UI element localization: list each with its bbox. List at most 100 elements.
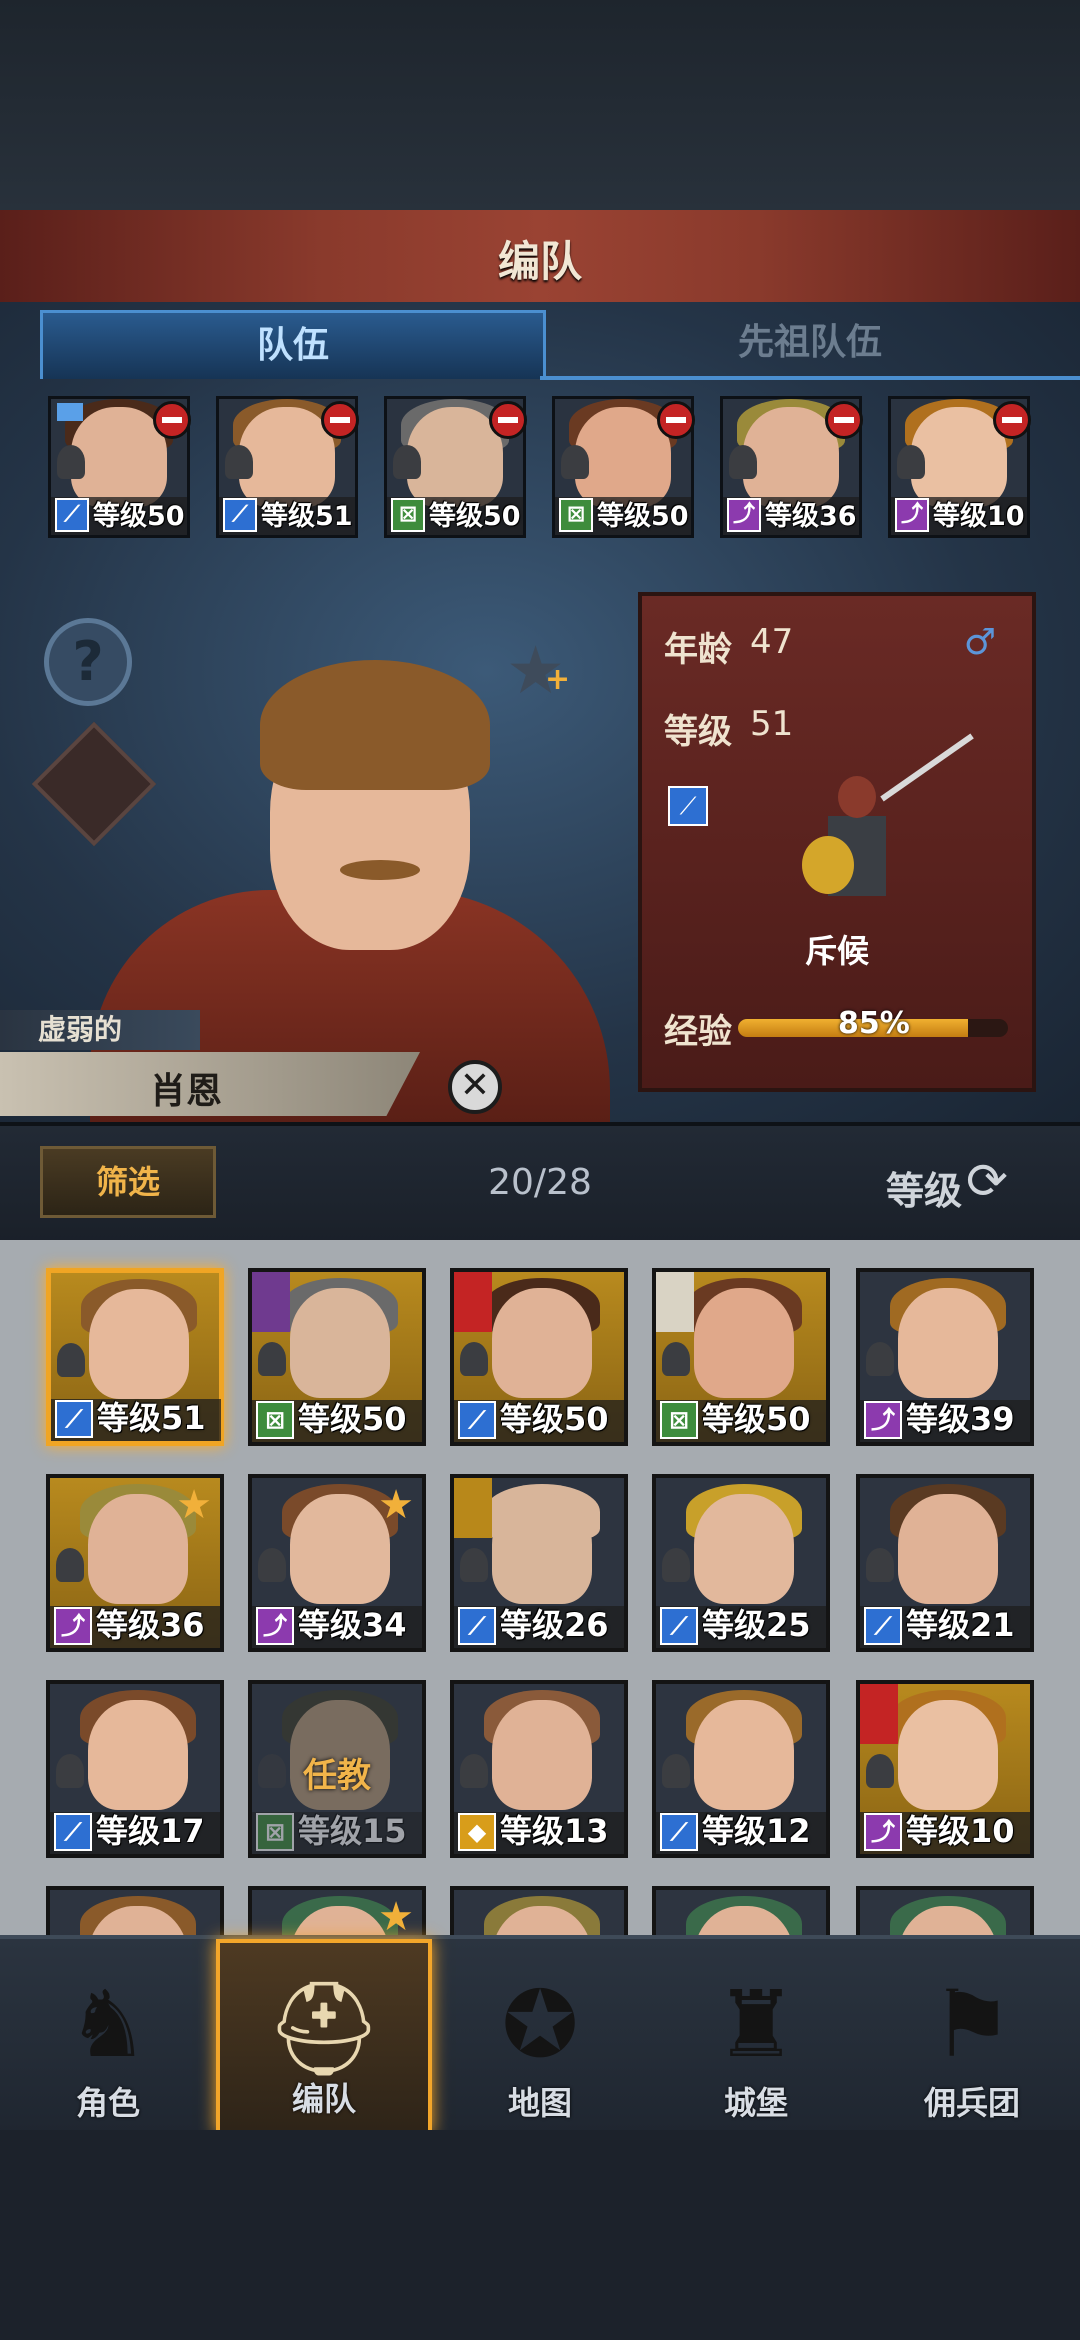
roster-card[interactable]: ⤴ 等级39	[856, 1268, 1034, 1446]
nav-knight[interactable]: ♞ 角色	[0, 1939, 216, 2134]
roster-portrait	[50, 1890, 220, 1940]
helmet-icon	[57, 445, 85, 479]
class-icon: ⊠	[256, 1401, 294, 1439]
class-icon: ⊠	[559, 498, 593, 532]
male-icon: ♂	[963, 622, 996, 663]
class-icon: ⟋	[458, 1607, 496, 1645]
level-value: 51	[750, 704, 794, 744]
roster-card[interactable]: ⊠ 等级15 任教	[248, 1680, 426, 1858]
roster-card[interactable]	[652, 1886, 830, 1940]
team-slot[interactable]: ⟋ 等级50	[48, 396, 191, 538]
portrait-face	[290, 1288, 390, 1398]
class-icon: ⟋	[55, 1400, 93, 1438]
remove-icon[interactable]	[489, 401, 527, 439]
guild-banner-icon	[656, 1272, 694, 1332]
tab-ancestor-team[interactable]: 先祖队伍	[540, 310, 1080, 380]
roster-card[interactable]: ⟋ 等级12	[652, 1680, 830, 1858]
class-icon: ⊠	[660, 1401, 698, 1439]
portrait-face	[898, 1288, 998, 1398]
nav-banner[interactable]: ⚑ 佣兵团	[864, 1939, 1080, 2134]
portrait-face	[88, 1494, 188, 1604]
member-level: 等级50	[93, 501, 185, 532]
roster-card[interactable]: ⤴ 等级36 ★	[46, 1474, 224, 1652]
roster-card[interactable]: ⟋ 等级50	[450, 1268, 628, 1446]
star-icon: ★	[378, 1894, 414, 1940]
class-icon: ⤴	[256, 1607, 294, 1645]
roster-card[interactable]: ⤴ 等级10	[856, 1680, 1034, 1858]
class-icon: ⤴	[727, 498, 761, 532]
roster-portrait: ⟋ 等级17	[50, 1684, 220, 1854]
team-slot[interactable]: ⟋ 等级51	[216, 396, 359, 538]
roster-card[interactable]: ⟋ 等级17	[46, 1680, 224, 1858]
hero-name-bar[interactable]: 肖恩	[0, 1052, 420, 1116]
portrait-face	[898, 1494, 998, 1604]
flag-icon	[57, 403, 83, 421]
portrait-face	[694, 1494, 794, 1604]
roster-card[interactable]: ⟋ 等级26	[450, 1474, 628, 1652]
roster-level: 等级25	[702, 1606, 811, 1644]
remove-icon[interactable]	[657, 401, 695, 439]
hero-stats-panel: 年龄 47 ♂ 等级 51 ⟋ 斥候 经验 85%	[638, 592, 1036, 1092]
team-slot[interactable]: ⊠ 等级50	[384, 396, 527, 538]
helmet-icon	[57, 1343, 85, 1377]
remove-icon[interactable]	[993, 401, 1031, 439]
member-level: 等级51	[261, 501, 353, 532]
portrait-face	[89, 1289, 189, 1399]
roster-card[interactable]: ⊠ 等级50	[248, 1268, 426, 1446]
hero-hair	[260, 660, 490, 790]
filter-bar: 筛选 20/28 等级 ⟳	[0, 1122, 1080, 1244]
castle-icon: ♜	[714, 1971, 798, 2078]
nav-castle[interactable]: ♜ 城堡	[648, 1939, 864, 2134]
refresh-sort-icon[interactable]: ⟳	[966, 1156, 1008, 1206]
remove-icon[interactable]	[321, 401, 359, 439]
roster-card[interactable]: ⟋ 等级25	[652, 1474, 830, 1652]
compass-icon: ✪	[501, 1971, 579, 2078]
helmet-icon	[729, 445, 757, 479]
helmet-icon	[56, 1548, 84, 1582]
sort-label[interactable]: 等级	[886, 1160, 962, 1215]
roster-portrait	[656, 1890, 826, 1940]
team-slot[interactable]: ⤴ 等级10	[888, 396, 1031, 538]
roster-level: 等级50	[500, 1400, 609, 1438]
nav-compass[interactable]: ✪ 地图	[432, 1939, 648, 2134]
class-icon: ⟋	[458, 1401, 496, 1439]
guild-banner-icon	[252, 1272, 290, 1332]
knight-icon: ♞	[66, 1971, 150, 2078]
roster-card[interactable]: ◆ 等级13	[450, 1680, 628, 1858]
roster-card[interactable]	[450, 1886, 628, 1940]
team-slot[interactable]: ⊠ 等级50	[552, 396, 695, 538]
helmet-icon	[662, 1548, 690, 1582]
roster-card[interactable]: ⟋ 等级21	[856, 1474, 1034, 1652]
close-icon[interactable]: ✕	[448, 1060, 502, 1114]
roster-card[interactable]	[46, 1886, 224, 1940]
helmet-icon	[393, 445, 421, 479]
roster-level: 等级21	[906, 1606, 1015, 1644]
roster-portrait: ⟋ 等级51	[51, 1273, 221, 1441]
member-level: 等级50	[597, 501, 689, 532]
tab-team[interactable]: 队伍	[40, 310, 546, 379]
class-icon: ⟋	[660, 1607, 698, 1645]
class-icon: ⟋	[223, 498, 257, 532]
roster-card[interactable]: ⊠ 等级50	[652, 1268, 830, 1446]
member-level: 等级10	[933, 501, 1025, 532]
roster-card[interactable]: ⟋ 等级51	[46, 1268, 224, 1446]
class-icon: ⊠	[256, 1813, 294, 1851]
roster-card[interactable]	[856, 1886, 1034, 1940]
roster-level: 等级12	[702, 1812, 811, 1850]
guild-banner-icon	[860, 1684, 898, 1744]
team-slot[interactable]: ⤴ 等级36	[720, 396, 863, 538]
roster-level: 等级15	[298, 1812, 407, 1850]
class-icon: ⤴	[864, 1401, 902, 1439]
portrait-face	[492, 1700, 592, 1810]
roster-card[interactable]: ★	[248, 1886, 426, 1940]
remove-icon[interactable]	[825, 401, 863, 439]
age-label: 年龄	[664, 630, 732, 670]
roster-portrait: ⤴ 等级39	[860, 1272, 1030, 1442]
nav-helmet[interactable]: ⛑ 编队	[216, 1939, 432, 2134]
remove-icon[interactable]	[153, 401, 191, 439]
exp-label: 经验	[664, 1012, 732, 1052]
roster-card[interactable]: ⤴ 等级34 ★	[248, 1474, 426, 1652]
age-value: 47	[750, 622, 794, 662]
portrait-face	[492, 1494, 592, 1604]
roster-portrait: ⟋ 等级25	[656, 1478, 826, 1648]
